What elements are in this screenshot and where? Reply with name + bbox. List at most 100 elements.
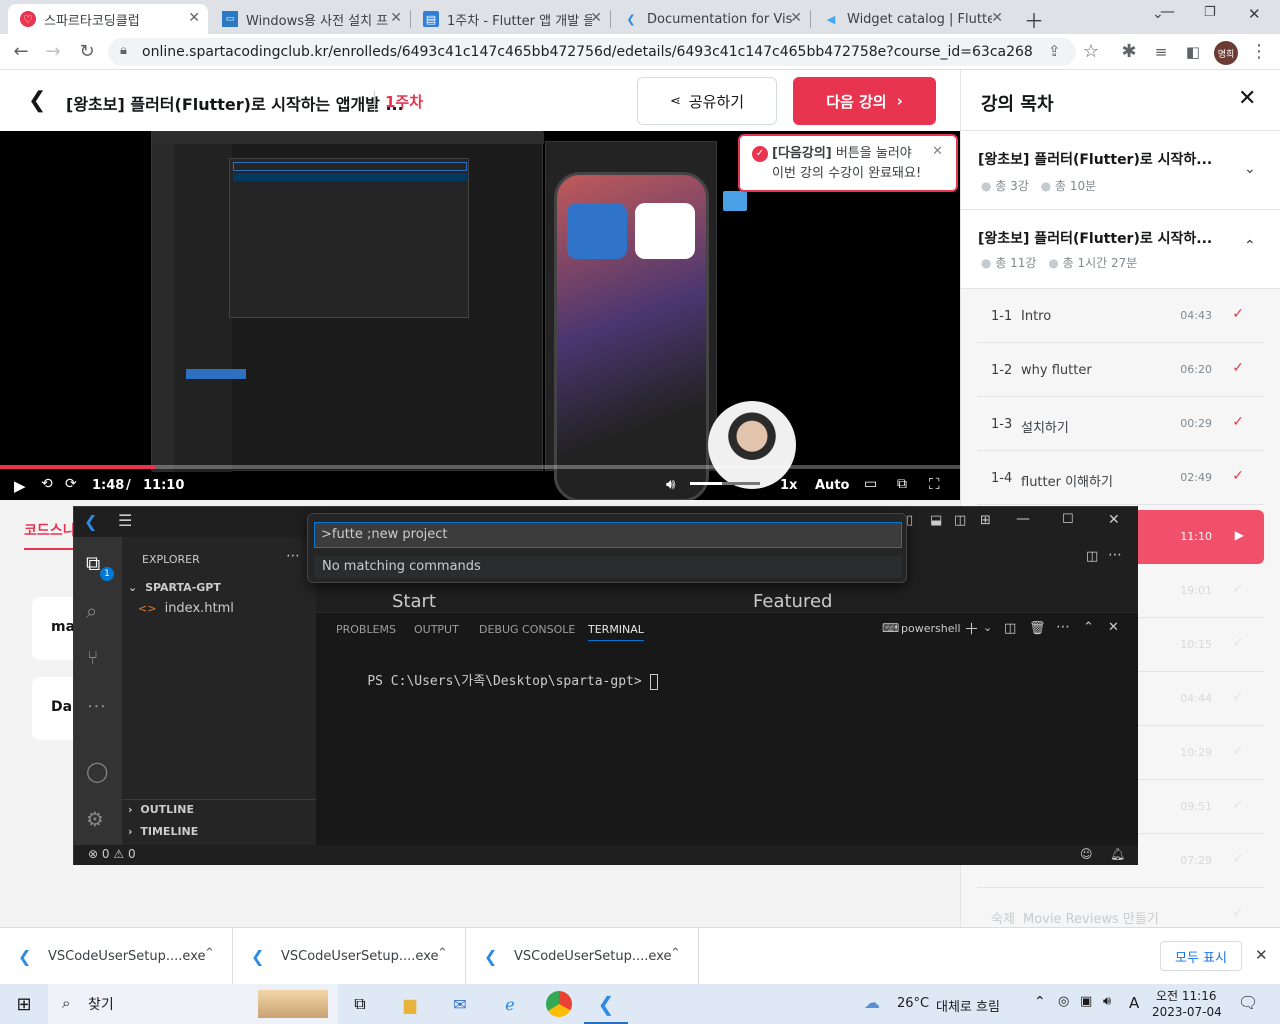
trash-icon[interactable]: 🗑︎ bbox=[1029, 621, 1046, 636]
reload-icon[interactable]: ↻ bbox=[76, 42, 98, 62]
panel-tab-terminal[interactable]: TERMINAL bbox=[588, 623, 644, 641]
close-tab-icon[interactable]: ✕ bbox=[590, 10, 602, 26]
chrome-menu-icon[interactable]: ⋮ bbox=[1248, 42, 1270, 62]
internet-explorer-icon[interactable]: ℯ bbox=[498, 992, 522, 1016]
weather-temp[interactable]: 26°C bbox=[897, 996, 929, 1011]
lesson-item[interactable]: 1-2 why flutter 06:20 ✓ bbox=[977, 343, 1264, 397]
extensions-puzzle-icon[interactable]: ✱ bbox=[1118, 42, 1140, 62]
rewind-10-icon[interactable]: ⟲ bbox=[41, 476, 53, 492]
chevron-up-icon[interactable]: ⌃ bbox=[204, 946, 215, 961]
toggle-sidebar-icon[interactable]: ▯ bbox=[906, 513, 913, 528]
browser-tab[interactable]: ❮ Documentation for Visua ✕ bbox=[611, 4, 810, 34]
bookmark-star-icon[interactable]: ☆ bbox=[1080, 42, 1102, 62]
toggle-secondary-sidebar-icon[interactable]: ◫ bbox=[954, 513, 966, 528]
share-button[interactable]: ⋖ 공유하기 bbox=[637, 77, 777, 125]
explorer-more-icon[interactable]: ⋯ bbox=[286, 548, 300, 564]
browser-tab[interactable]: ▤ 1주차 - Flutter 앱 개발 을 ✕ bbox=[411, 4, 610, 34]
close-tab-icon[interactable]: ✕ bbox=[790, 10, 802, 26]
source-control-icon[interactable]: ⑂ bbox=[87, 647, 98, 669]
close-downloads-icon[interactable]: ✕ bbox=[1255, 946, 1268, 964]
timeline-section[interactable]: › TIMELINE bbox=[128, 825, 198, 838]
terminal-shell[interactable]: powershell bbox=[901, 622, 961, 635]
command-palette-input[interactable]: >futte ;new project bbox=[314, 522, 902, 548]
section-header[interactable]: [왕초보] 플러터(Flutter)로 시작하... ● 총 11강 ● 총 1… bbox=[961, 210, 1280, 289]
mail-icon[interactable]: ✉ bbox=[448, 992, 472, 1016]
problems-status[interactable]: ⊗ 0 ⚠ 0 bbox=[88, 847, 136, 861]
new-terminal-icon[interactable]: ＋ bbox=[964, 618, 979, 639]
new-tab-button[interactable]: ＋ bbox=[1024, 5, 1044, 34]
menu-hamburger-icon[interactable]: ☰ bbox=[118, 511, 132, 530]
weather-desc[interactable]: 대체로 흐림 bbox=[936, 996, 1000, 1015]
video-progress-track[interactable] bbox=[0, 465, 960, 469]
settings-gear-icon[interactable]: ⚙ bbox=[86, 807, 104, 831]
toggle-panel-icon[interactable]: ⬓ bbox=[930, 513, 942, 528]
close-sidebar-icon[interactable]: ✕ bbox=[1238, 86, 1256, 111]
show-all-downloads-button[interactable]: 모두 표시 bbox=[1160, 941, 1242, 971]
more-views-icon[interactable]: ⋯ bbox=[87, 695, 106, 717]
download-item[interactable]: ❮ VSCodeUserSetup....exe ⌃ bbox=[466, 928, 699, 985]
forward-10-icon[interactable]: ⟳ bbox=[65, 476, 77, 492]
browser-tab[interactable]: ▭ Windows용 사전 설치 프 ✕ bbox=[210, 4, 410, 34]
file-row[interactable]: <> index.html bbox=[138, 601, 234, 616]
meet-now-icon[interactable]: ◎ bbox=[1058, 994, 1069, 1009]
accounts-icon[interactable]: ◯ bbox=[86, 759, 108, 783]
back-arrow-icon[interactable]: ← bbox=[10, 42, 32, 62]
file-explorer-icon[interactable]: ▆ bbox=[398, 992, 422, 1016]
network-icon[interactable]: ▣ bbox=[1080, 994, 1092, 1009]
explorer-files-icon[interactable]: ⧉ bbox=[86, 551, 100, 575]
subtitles-icon[interactable]: ▭ bbox=[864, 476, 877, 492]
download-item[interactable]: ❮ VSCodeUserSetup....exe ⌃ bbox=[233, 928, 466, 985]
lesson-item[interactable]: 1-1 Intro 04:43 ✓ bbox=[977, 289, 1264, 343]
panel-tab-problems[interactable]: PROBLEMS bbox=[336, 623, 396, 636]
next-lecture-button[interactable]: 다음 강의 › bbox=[793, 77, 936, 125]
browser-tab[interactable]: ◀ Widget catalog | Flutter ✕ bbox=[811, 4, 1011, 34]
windows-start-icon[interactable]: ⊞ bbox=[12, 992, 36, 1016]
back-chevron-icon[interactable]: ❮ bbox=[28, 88, 46, 113]
close-tab-icon[interactable]: ✕ bbox=[390, 10, 402, 26]
playback-speed[interactable]: 1x bbox=[780, 478, 797, 493]
side-panel-icon[interactable]: ◧ bbox=[1182, 42, 1204, 62]
outline-section[interactable]: › OUTLINE bbox=[128, 803, 194, 816]
minimize-window-button[interactable]: — bbox=[1160, 2, 1175, 20]
content-tab[interactable]: 코드스니 bbox=[24, 520, 76, 550]
volume-slider[interactable] bbox=[690, 482, 760, 485]
search-icon[interactable]: ⌕ bbox=[86, 599, 97, 623]
task-view-icon[interactable]: ⧉ bbox=[348, 992, 372, 1016]
notification-center-icon[interactable]: 🗨︎ bbox=[1238, 993, 1258, 1012]
lesson-item[interactable]: 1-4 flutter 이해하기 02:49 ✓ bbox=[977, 451, 1264, 505]
forward-arrow-icon[interactable]: → bbox=[42, 42, 64, 62]
close-tab-icon[interactable]: ✕ bbox=[991, 10, 1003, 26]
panel-tab-output[interactable]: OUTPUT bbox=[414, 623, 459, 636]
folder-row[interactable]: ⌄ SPARTA-GPT bbox=[128, 581, 221, 594]
vscode-taskbar-icon[interactable]: ❮ bbox=[594, 992, 618, 1016]
vscode-minimize-button[interactable]: — bbox=[1016, 511, 1030, 527]
share-page-icon[interactable]: ⇪ bbox=[1048, 42, 1061, 60]
clock-time[interactable]: 오전 11:16 bbox=[1156, 987, 1216, 1004]
close-panel-icon[interactable]: ✕ bbox=[1108, 620, 1119, 635]
play-icon[interactable]: ▶ bbox=[14, 477, 26, 495]
vscode-close-button[interactable]: ✕ bbox=[1108, 512, 1120, 528]
close-icon[interactable]: ✕ bbox=[932, 142, 943, 162]
restore-window-button[interactable]: ❐ bbox=[1204, 5, 1216, 20]
fullscreen-icon[interactable]: ⛶ bbox=[929, 475, 940, 493]
volume-icon[interactable]: 🔊︎ bbox=[666, 475, 675, 493]
taskbar-search-box[interactable]: ⌕ 찾기 bbox=[48, 984, 338, 1024]
download-item[interactable]: ❮ VSCodeUserSetup....exe ⌃ bbox=[0, 928, 233, 985]
customize-layout-icon[interactable]: ⊞ bbox=[980, 513, 991, 528]
lesson-item[interactable]: 1-3 설치하기 00:29 ✓ bbox=[977, 397, 1264, 451]
split-editor-icon[interactable]: ◫ bbox=[1086, 549, 1098, 564]
feedback-icon[interactable]: ☺ bbox=[1080, 847, 1093, 861]
panel-more-icon[interactable]: ⋯ bbox=[1056, 619, 1070, 635]
chrome-icon[interactable] bbox=[546, 991, 572, 1017]
chevron-up-icon[interactable]: ⌃ bbox=[670, 946, 681, 961]
chevron-down-icon[interactable]: ⌄ bbox=[983, 621, 992, 634]
volume-icon[interactable]: 🔊︎ bbox=[1103, 994, 1111, 1009]
vscode-maximize-button[interactable]: ☐ bbox=[1062, 512, 1074, 527]
picture-in-picture-icon[interactable]: ⧉ bbox=[897, 476, 907, 492]
editor-more-icon[interactable]: ⋯ bbox=[1108, 547, 1122, 563]
ime-indicator[interactable]: A bbox=[1129, 994, 1139, 1012]
clock-date[interactable]: 2023-07-04 bbox=[1152, 1005, 1222, 1019]
browser-tab[interactable]: ♡ 스파르타코딩클럽 ✕ bbox=[8, 4, 208, 34]
section-header[interactable]: [왕초보] 플러터(Flutter)로 시작하... ● 총 3강 ● 총 10… bbox=[961, 131, 1280, 210]
panel-tab-debug-console[interactable]: DEBUG CONSOLE bbox=[479, 623, 575, 636]
